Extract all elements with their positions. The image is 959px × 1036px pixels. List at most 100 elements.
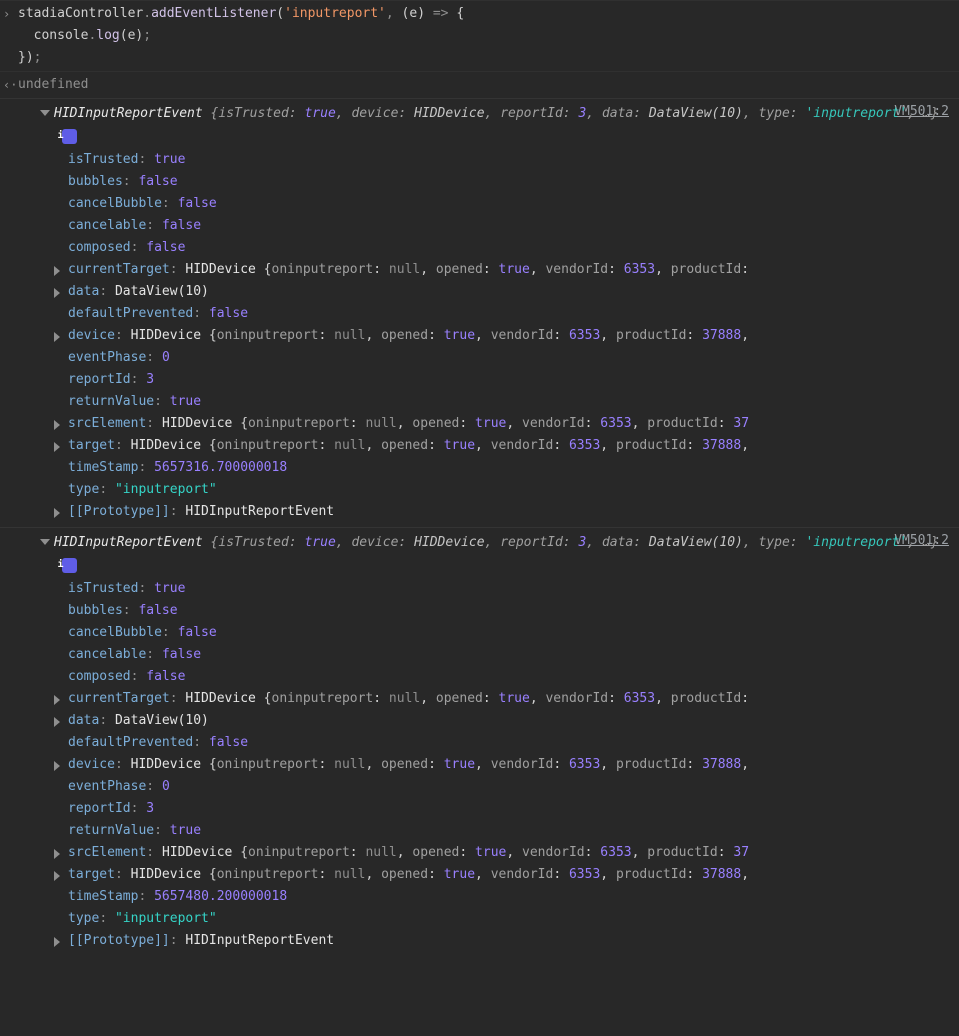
result-value[interactable]: undefined bbox=[18, 77, 88, 92]
property-key: returnValue bbox=[68, 394, 154, 409]
chevron-right-icon[interactable] bbox=[54, 442, 60, 452]
property-value: true bbox=[170, 394, 201, 409]
property-row: isTrusted: true bbox=[54, 578, 955, 600]
property-key: device bbox=[68, 757, 115, 772]
property-row[interactable]: target: HIDDevice {oninputreport: null, … bbox=[54, 864, 955, 886]
property-value: DataView(10) bbox=[115, 284, 209, 299]
property-value: DataView(10) bbox=[115, 713, 209, 728]
property-value: true bbox=[154, 152, 185, 167]
chevron-down-icon[interactable] bbox=[40, 110, 50, 116]
property-key: device bbox=[68, 328, 115, 343]
property-row: type: "inputreport" bbox=[54, 479, 955, 501]
property-value: 0 bbox=[162, 779, 170, 794]
property-row[interactable]: data: DataView(10) bbox=[54, 710, 955, 732]
property-row: cancelBubble: false bbox=[54, 622, 955, 644]
property-value: false bbox=[178, 196, 217, 211]
chevron-right-icon[interactable] bbox=[54, 508, 60, 518]
property-value: HIDDevice {oninputreport: null, opened: … bbox=[162, 845, 749, 860]
chevron-right-icon[interactable] bbox=[54, 420, 60, 430]
property-value: true bbox=[154, 581, 185, 596]
property-value: false bbox=[162, 218, 201, 233]
property-value: "inputreport" bbox=[115, 911, 217, 926]
property-row[interactable]: srcElement: HIDDevice {oninputreport: nu… bbox=[54, 413, 955, 435]
property-value: false bbox=[209, 735, 248, 750]
property-value: false bbox=[162, 647, 201, 662]
object-summary[interactable]: HIDInputReportEvent {isTrusted: true, de… bbox=[40, 532, 955, 576]
property-row[interactable]: device: HIDDevice {oninputreport: null, … bbox=[54, 325, 955, 347]
property-value: HIDDevice {oninputreport: null, opened: … bbox=[162, 416, 749, 431]
property-key: composed bbox=[68, 240, 131, 255]
chevron-right-icon[interactable] bbox=[54, 717, 60, 727]
property-key: [[Prototype]] bbox=[68, 933, 170, 948]
property-key: cancelable bbox=[68, 218, 146, 233]
chevron-right-icon[interactable] bbox=[54, 761, 60, 771]
property-key: srcElement bbox=[68, 416, 146, 431]
chevron-right-icon[interactable] bbox=[54, 937, 60, 947]
property-value: 5657316.700000018 bbox=[154, 460, 287, 475]
property-value: false bbox=[146, 669, 185, 684]
info-badge-icon[interactable]: i bbox=[62, 558, 77, 573]
property-row: type: "inputreport" bbox=[54, 908, 955, 930]
console-log-entry: VM501:2HIDInputReportEvent {isTrusted: t… bbox=[0, 527, 959, 956]
property-value: 3 bbox=[146, 801, 154, 816]
property-value: HIDDevice {oninputreport: null, opened: … bbox=[131, 328, 749, 343]
property-key: reportId bbox=[68, 801, 131, 816]
chevron-right-icon[interactable] bbox=[54, 288, 60, 298]
property-key: bubbles bbox=[68, 603, 123, 618]
property-value: HIDDevice {oninputreport: null, opened: … bbox=[185, 262, 749, 277]
property-row[interactable]: currentTarget: HIDDevice {oninputreport:… bbox=[54, 259, 955, 281]
property-row: defaultPrevented: false bbox=[54, 303, 955, 325]
property-row[interactable]: currentTarget: HIDDevice {oninputreport:… bbox=[54, 688, 955, 710]
property-value: HIDDevice {oninputreport: null, opened: … bbox=[131, 867, 749, 882]
property-list: isTrusted: truebubbles: falsecancelBubbl… bbox=[54, 149, 955, 523]
property-key: [[Prototype]] bbox=[68, 504, 170, 519]
chevron-right-icon[interactable] bbox=[54, 871, 60, 881]
property-row: bubbles: false bbox=[54, 600, 955, 622]
property-key: currentTarget bbox=[68, 691, 170, 706]
property-value: 5657480.200000018 bbox=[154, 889, 287, 904]
property-row: composed: false bbox=[54, 237, 955, 259]
property-key: isTrusted bbox=[68, 581, 138, 596]
property-list: isTrusted: truebubbles: falsecancelBubbl… bbox=[54, 578, 955, 952]
property-row: returnValue: true bbox=[54, 391, 955, 413]
property-value: HIDInputReportEvent bbox=[185, 504, 334, 519]
property-row[interactable]: device: HIDDevice {oninputreport: null, … bbox=[54, 754, 955, 776]
chevron-right-icon[interactable] bbox=[54, 332, 60, 342]
console-input-code[interactable]: stadiaController.addEventListener('input… bbox=[18, 3, 955, 69]
chevron-down-icon[interactable] bbox=[40, 539, 50, 545]
property-row[interactable]: [[Prototype]]: HIDInputReportEvent bbox=[54, 501, 955, 523]
property-value: false bbox=[146, 240, 185, 255]
property-value: false bbox=[138, 603, 177, 618]
property-value: true bbox=[170, 823, 201, 838]
property-value: 3 bbox=[146, 372, 154, 387]
result-icon: ‹· bbox=[3, 74, 17, 96]
console-input-row: › stadiaController.addEventListener('inp… bbox=[0, 0, 959, 71]
object-summary[interactable]: HIDInputReportEvent {isTrusted: true, de… bbox=[40, 103, 955, 147]
chevron-right-icon[interactable] bbox=[54, 266, 60, 276]
property-value: HIDInputReportEvent bbox=[185, 933, 334, 948]
property-key: defaultPrevented bbox=[68, 735, 193, 750]
property-key: eventPhase bbox=[68, 350, 146, 365]
info-badge-icon[interactable]: i bbox=[62, 129, 77, 144]
property-row: cancelable: false bbox=[54, 215, 955, 237]
property-row: returnValue: true bbox=[54, 820, 955, 842]
property-row[interactable]: [[Prototype]]: HIDInputReportEvent bbox=[54, 930, 955, 952]
property-key: currentTarget bbox=[68, 262, 170, 277]
property-row: isTrusted: true bbox=[54, 149, 955, 171]
property-value: HIDDevice {oninputreport: null, opened: … bbox=[131, 438, 749, 453]
property-key: returnValue bbox=[68, 823, 154, 838]
property-row: cancelBubble: false bbox=[54, 193, 955, 215]
property-row[interactable]: data: DataView(10) bbox=[54, 281, 955, 303]
property-row: timeStamp: 5657480.200000018 bbox=[54, 886, 955, 908]
chevron-right-icon[interactable] bbox=[54, 695, 60, 705]
property-key: isTrusted bbox=[68, 152, 138, 167]
property-row[interactable]: srcElement: HIDDevice {oninputreport: nu… bbox=[54, 842, 955, 864]
property-value: "inputreport" bbox=[115, 482, 217, 497]
property-row: eventPhase: 0 bbox=[54, 776, 955, 798]
chevron-right-icon[interactable] bbox=[54, 849, 60, 859]
property-key: target bbox=[68, 438, 115, 453]
property-value: false bbox=[138, 174, 177, 189]
property-row[interactable]: target: HIDDevice {oninputreport: null, … bbox=[54, 435, 955, 457]
property-row: eventPhase: 0 bbox=[54, 347, 955, 369]
property-key: timeStamp bbox=[68, 460, 138, 475]
